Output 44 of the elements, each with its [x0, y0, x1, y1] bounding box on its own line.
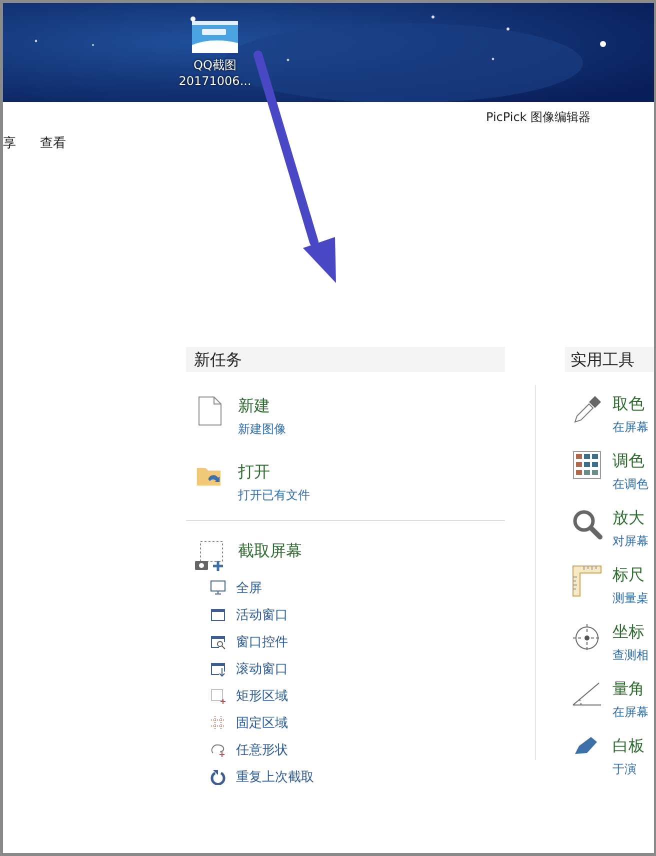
capture-option[interactable]: 固定区域 — [236, 714, 288, 732]
screen-capture-icon — [194, 541, 226, 571]
action-subtitle[interactable]: 打开已有文件 — [238, 486, 310, 504]
file-name[interactable]: QQ截图 20171006... — [178, 57, 252, 89]
dotted-rectangle-icon — [210, 688, 226, 704]
action-subtitle[interactable]: 新建图像 — [238, 420, 286, 438]
lasso-icon — [210, 742, 226, 758]
tool-subtitle[interactable]: 于演 — [612, 760, 645, 778]
capture-option[interactable]: 任意形状 — [236, 740, 288, 758]
tool-subtitle[interactable]: 对屏幕 — [612, 532, 649, 550]
grid-marks-icon — [210, 714, 226, 730]
tool-title[interactable]: 白板 — [612, 736, 645, 756]
tool-title[interactable]: 调色 — [612, 451, 649, 471]
tool-title[interactable]: 取色 — [612, 394, 649, 414]
repeat-icon — [210, 768, 226, 784]
tool-subtitle[interactable]: 在屏幕 — [612, 418, 649, 436]
magnifier-icon — [570, 508, 603, 540]
tool-subtitle[interactable]: 在屏幕 — [612, 703, 649, 721]
image-thumbnail-icon[interactable] — [192, 21, 238, 53]
menu-item[interactable]: 享 — [3, 134, 16, 152]
section-heading: 实用工具 — [564, 347, 654, 372]
tool-title[interactable]: 放大 — [612, 508, 649, 528]
capture-option[interactable]: 重复上次截取 — [236, 768, 314, 786]
capture-option[interactable]: 活动窗口 — [236, 606, 288, 624]
section-heading: 新任务 — [186, 347, 505, 372]
tool-subtitle[interactable]: 查测相 — [612, 646, 649, 664]
menu-item[interactable]: 查看 — [40, 134, 66, 152]
capture-option[interactable]: 窗口控件 — [236, 632, 288, 650]
blank-page-icon — [196, 396, 224, 426]
tool-subtitle[interactable]: 在调色 — [612, 475, 649, 493]
capture-option[interactable]: 全屏 — [236, 578, 262, 596]
window-title: PicPick 图像编辑器 — [486, 108, 591, 126]
capture-title[interactable]: 截取屏幕 — [238, 541, 302, 561]
action-title[interactable]: 新建 — [238, 396, 286, 416]
color-grid-icon — [570, 451, 603, 479]
tool-subtitle[interactable]: 测量桌 — [612, 589, 649, 607]
capture-option[interactable]: 矩形区域 — [236, 686, 288, 704]
tool-title[interactable]: 标尺 — [612, 565, 649, 585]
action-title[interactable]: 打开 — [238, 462, 310, 482]
tool-title[interactable]: 量角 — [612, 679, 649, 699]
tool-title[interactable]: 坐标 — [612, 622, 649, 642]
monitor-icon — [210, 580, 226, 596]
capture-option[interactable]: 滚动窗口 — [236, 660, 288, 678]
ruler-icon — [570, 565, 603, 597]
